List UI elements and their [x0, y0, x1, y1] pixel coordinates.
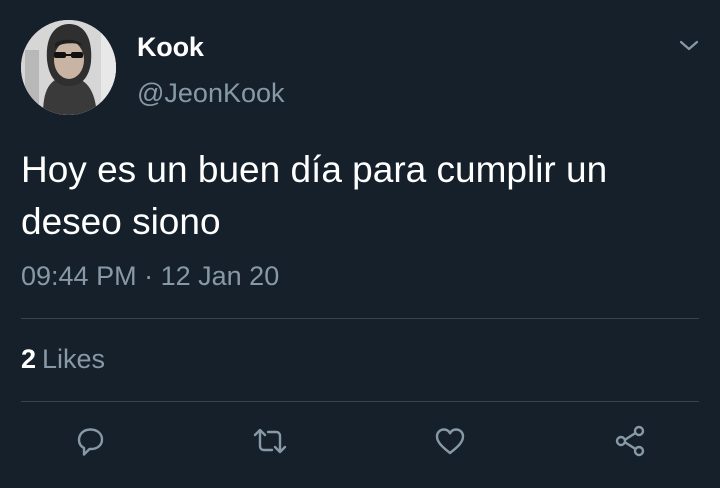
- share-button[interactable]: [610, 421, 650, 461]
- heart-icon: [435, 428, 465, 455]
- tweet-date: 12 Jan 20: [160, 261, 280, 291]
- retweet-button[interactable]: [250, 421, 290, 461]
- avatar-image: [21, 20, 116, 115]
- share-icon: [615, 425, 645, 457]
- chevron-down-icon[interactable]: [677, 36, 701, 56]
- tweet-time: 09:44 PM: [21, 261, 137, 291]
- timestamp-separator: ·: [144, 261, 154, 291]
- likes-stat[interactable]: 2 Likes: [21, 344, 105, 375]
- reply-icon: [77, 428, 104, 456]
- likes-label: Likes: [42, 344, 106, 374]
- divider: [21, 318, 699, 319]
- divider: [21, 401, 699, 402]
- like-button[interactable]: [430, 421, 470, 461]
- tweet-detail: Kook @JeonKook Hoy es un buen día para c…: [0, 0, 720, 488]
- likes-count: 2: [21, 344, 37, 374]
- reply-button[interactable]: [70, 421, 110, 461]
- display-name[interactable]: Kook: [137, 32, 204, 63]
- tweet-timestamp[interactable]: 09:44 PM · 12 Jan 20: [21, 261, 279, 292]
- avatar[interactable]: [21, 20, 116, 115]
- user-handle[interactable]: @JeonKook: [137, 78, 285, 109]
- retweet-icon: [253, 428, 287, 454]
- tweet-text: Hoy es un buen día para cumplir un deseo…: [21, 149, 608, 242]
